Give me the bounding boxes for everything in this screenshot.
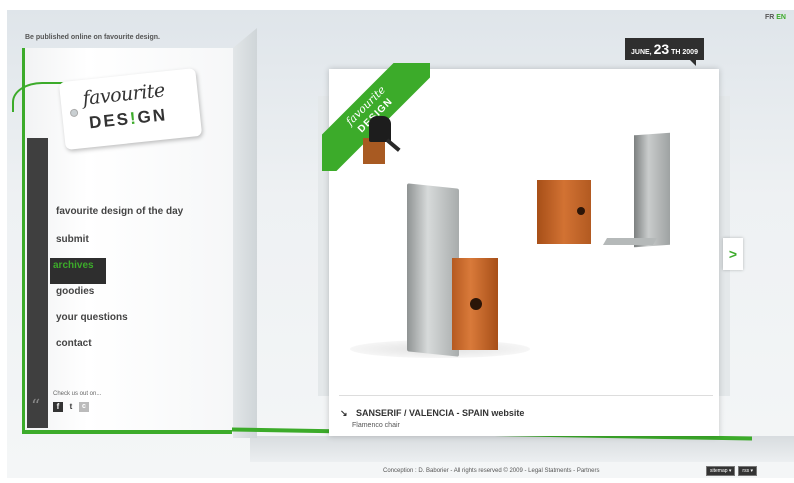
nav-item-your-questions[interactable]: your questions: [53, 310, 213, 336]
nav-strip: [27, 138, 48, 428]
floor-shadow: [250, 436, 794, 462]
site-logo[interactable]: favourite DES!GN: [58, 68, 203, 150]
creative-commons-icon[interactable]: c: [79, 402, 89, 412]
social-links: f t c: [53, 402, 89, 412]
seat-hole: [470, 298, 482, 310]
date-month: JUNE,: [631, 49, 652, 56]
check-us-label: Check us out on...: [53, 391, 102, 397]
nav-item-goodies[interactable]: goodies: [53, 284, 213, 310]
date-suffix: TH 2009: [671, 49, 698, 56]
product-chair-back-small: [634, 132, 670, 248]
date-day: 23: [653, 41, 670, 57]
seat-hole-small: [577, 207, 585, 215]
caption-title[interactable]: SANSERIF / VALENCIA - SPAIN website: [356, 408, 524, 418]
product-chair-seat-large: [452, 258, 498, 350]
nav-item-archives[interactable]: archives: [50, 258, 106, 284]
tag-hole: [69, 108, 79, 118]
product-photo-person: [363, 116, 407, 168]
person-legs: [385, 138, 401, 152]
caption-divider: [339, 395, 713, 396]
arrow-icon: ↘: [340, 408, 348, 418]
facebook-icon[interactable]: f: [53, 402, 63, 412]
rss-button[interactable]: rss ▾: [738, 466, 757, 476]
tagline: Be published online on favourite design.: [25, 34, 160, 41]
main-nav: favourite design of the day submit archi…: [50, 204, 213, 362]
lang-fr[interactable]: FR: [765, 14, 774, 21]
quote-icon: “: [31, 396, 41, 417]
date-badge: JUNE, 23 TH 2009: [625, 38, 704, 66]
lang-en[interactable]: EN: [776, 14, 786, 21]
twitter-icon[interactable]: t: [66, 402, 76, 412]
next-arrow-button[interactable]: >: [723, 238, 743, 270]
nav-item-contact[interactable]: contact: [53, 336, 213, 362]
footer-buttons: sitemap ▾ rss ▾: [706, 466, 757, 476]
language-switcher[interactable]: FR EN: [765, 14, 786, 21]
product-chair-foot-small: [602, 238, 658, 245]
product-caption[interactable]: ↘ SANSERIF / VALENCIA - SPAIN website Fl…: [340, 403, 524, 429]
caption-subtitle: Flamenco chair: [352, 422, 400, 429]
nav-item-submit[interactable]: submit: [53, 232, 213, 258]
product-chair-seat-small: [537, 180, 591, 244]
logo-line1: favourite: [81, 79, 166, 110]
logo-line2: DES!GN: [88, 105, 168, 133]
green-edge: [22, 430, 232, 434]
nav-item-favourite-design-of-the-day[interactable]: favourite design of the day: [53, 204, 213, 232]
sitemap-button[interactable]: sitemap ▾: [706, 466, 736, 476]
left-panel-side: [233, 28, 257, 438]
footer-credits: Conception : D. Baborier - All rights re…: [383, 468, 600, 474]
